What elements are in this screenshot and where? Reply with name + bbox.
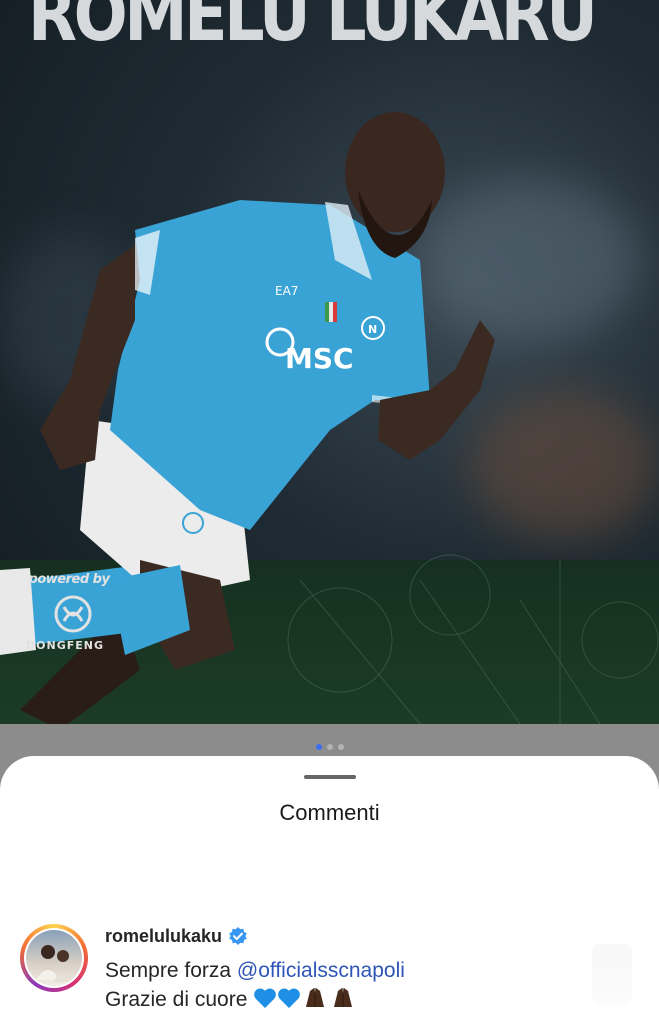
carousel-dot[interactable] — [326, 744, 333, 750]
avatar-photo — [26, 930, 82, 986]
blue-heart-icon — [254, 988, 277, 1008]
story-ring[interactable] — [20, 924, 88, 992]
sponsor-powered-label: powered by — [28, 572, 110, 587]
folded-hands-icon — [334, 988, 353, 1007]
sheet-title: Commenti — [279, 800, 380, 825]
dongfeng-logo-icon — [54, 595, 92, 633]
post-headline: ROMELU LUKARU — [28, 0, 598, 58]
blue-heart-icon — [278, 988, 301, 1008]
comment-username[interactable]: romelulukaku — [105, 926, 222, 947]
avatar[interactable] — [24, 928, 84, 988]
comment-mention-link[interactable]: @officialsscnapoli — [237, 959, 405, 982]
avatar-people-icon — [36, 945, 74, 982]
carousel-indicator — [0, 744, 659, 750]
folded-hands-icon — [306, 988, 325, 1007]
comment-body: romelulukaku Sempre forza @officialsscna… — [105, 924, 405, 1014]
comment-line-2: Grazie di cuore — [105, 985, 405, 1014]
svg-text:EA7: EA7 — [275, 284, 298, 298]
instagram-post-screen: ROMELU LUKARU MSC EA7 N powered by DONGF… — [0, 0, 659, 1024]
sheet-drag-handle[interactable] — [304, 775, 356, 779]
carousel-dot[interactable] — [337, 744, 344, 750]
carousel-dot[interactable] — [315, 744, 322, 750]
sponsor-badge: powered by DONGFENG — [26, 572, 122, 652]
comment-header: romelulukaku — [105, 924, 405, 948]
verified-badge-icon — [229, 927, 247, 945]
comment-text-line2: Grazie di cuore — [105, 988, 248, 1011]
sponsor-name: DONGFENG — [26, 639, 104, 652]
comment-text: Sempre forza @officialsscnapoli Grazie d… — [105, 956, 405, 1014]
comment-text-prefix: Sempre forza — [105, 959, 237, 982]
comment-like-area[interactable] — [592, 944, 632, 1004]
post-image[interactable]: ROMELU LUKARU MSC EA7 N powered by DONGF… — [0, 0, 659, 724]
svg-text:N: N — [368, 323, 377, 336]
svg-text:MSC: MSC — [285, 342, 354, 375]
comment-line-1: Sempre forza @officialsscnapoli — [105, 956, 405, 985]
comments-sheet: Commenti romelulukaku Sempre forza @offi… — [0, 756, 659, 1024]
